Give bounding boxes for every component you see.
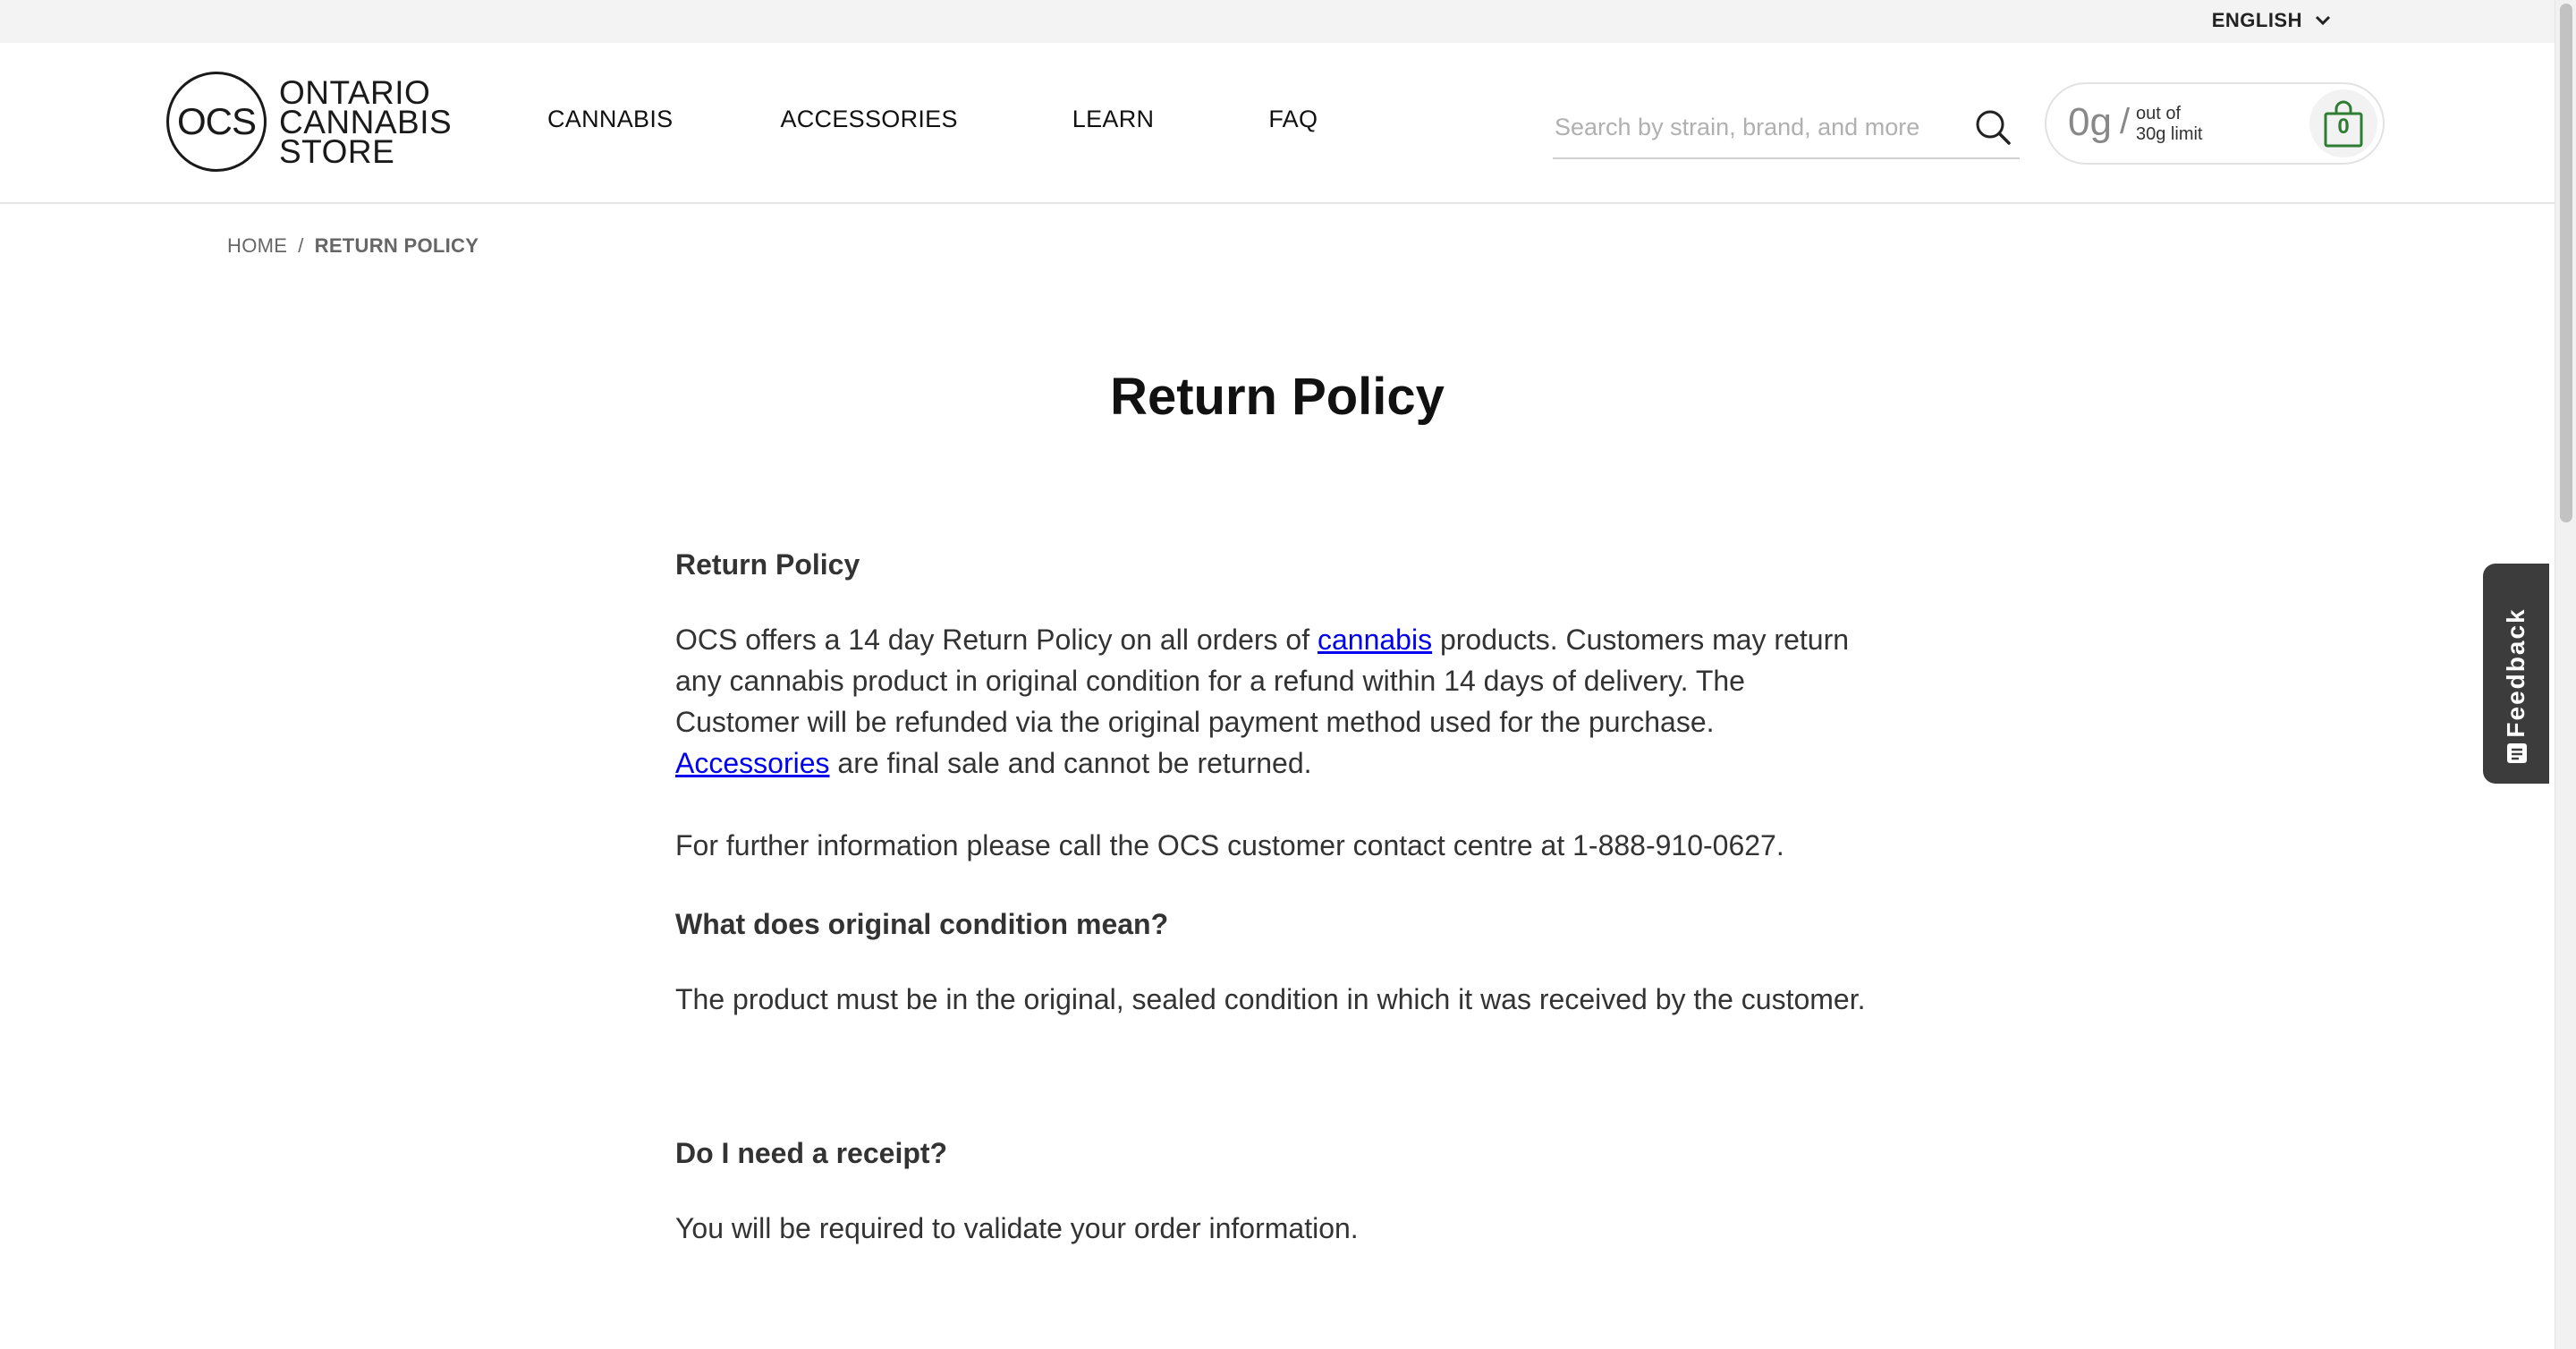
logo-line-3: STORE xyxy=(279,132,395,170)
language-selector[interactable]: ENGLISH xyxy=(2212,9,2331,32)
section-heading-receipt: Do I need a receipt? xyxy=(675,1137,948,1169)
nav-learn[interactable]: LEARN xyxy=(1072,106,1155,133)
logo-mark: OCS xyxy=(166,72,267,172)
top-utility-bar: ENGLISH xyxy=(0,0,2555,43)
para1-text-3: are final sale and cannot be returned. xyxy=(829,747,1312,779)
cart-limit: out of 30g limit xyxy=(2136,104,2202,145)
nav-cannabis[interactable]: CANNABIS xyxy=(547,106,673,133)
search-input[interactable] xyxy=(1553,107,1946,147)
cart-limit-line-2: 30g limit xyxy=(2136,124,2203,144)
main-nav: CANNABIS ACCESSORIES LEARN FAQ xyxy=(547,106,1318,133)
page-scrollbar[interactable] xyxy=(2555,0,2576,1349)
page-title: Return Policy xyxy=(1110,368,1445,426)
breadcrumb: HOME / RETURN POLICY xyxy=(227,234,479,258)
search-button[interactable] xyxy=(1970,104,2016,150)
contact-paragraph: For further information please call the … xyxy=(675,829,1784,861)
language-label: ENGLISH xyxy=(2211,9,2302,31)
section-heading-return-policy: Return Policy xyxy=(675,548,860,581)
para1-text-1: OCS offers a 14 day Return Policy on all… xyxy=(675,624,1318,656)
cart-item-count: 0 xyxy=(2337,115,2350,139)
search-icon xyxy=(1976,110,2011,145)
logo-line-1: ONTARIO xyxy=(279,73,431,111)
breadcrumb-home[interactable]: HOME xyxy=(227,234,287,258)
accessories-link[interactable]: Accessories xyxy=(675,747,830,779)
chevron-down-icon xyxy=(2315,15,2331,26)
original-condition-paragraph: The product must be in the original, sea… xyxy=(675,983,1866,1015)
cart-button[interactable]: 0 xyxy=(2309,89,2377,157)
breadcrumb-separator: / xyxy=(298,234,304,257)
cannabis-link[interactable]: cannabis xyxy=(1318,624,1432,656)
nav-faq[interactable]: FAQ xyxy=(1268,106,1318,133)
cart-grams: 0g xyxy=(2068,100,2112,144)
logo-wordmark: ONTARIO CANNABIS STORE xyxy=(279,73,453,170)
return-policy-paragraph: OCS offers a 14 day Return Policy on all… xyxy=(675,619,1874,784)
scrollbar-thumb[interactable] xyxy=(2560,4,2572,522)
cart-separator: / xyxy=(2120,102,2131,141)
cart-widget[interactable]: 0g / out of 30g limit 0 xyxy=(2045,82,2385,165)
section-heading-original-condition: What does original condition mean? xyxy=(675,908,1169,940)
feedback-icon xyxy=(2507,743,2527,763)
nav-accessories[interactable]: ACCESSORIES xyxy=(780,106,957,133)
feedback-tab[interactable]: Feedback xyxy=(2483,564,2549,784)
cart-limit-line-1: out of xyxy=(2136,104,2182,123)
feedback-label: Feedback xyxy=(2502,607,2529,738)
breadcrumb-current: RETURN POLICY xyxy=(314,234,479,257)
site-header: OCS ONTARIO CANNABIS STORE CANNABIS ACCE… xyxy=(0,43,2555,204)
receipt-paragraph: You will be required to validate your or… xyxy=(675,1212,1359,1244)
site-logo[interactable]: OCS ONTARIO CANNABIS STORE xyxy=(166,72,452,172)
logo-line-2: CANNABIS xyxy=(279,103,453,140)
search-bar xyxy=(1553,100,2020,159)
